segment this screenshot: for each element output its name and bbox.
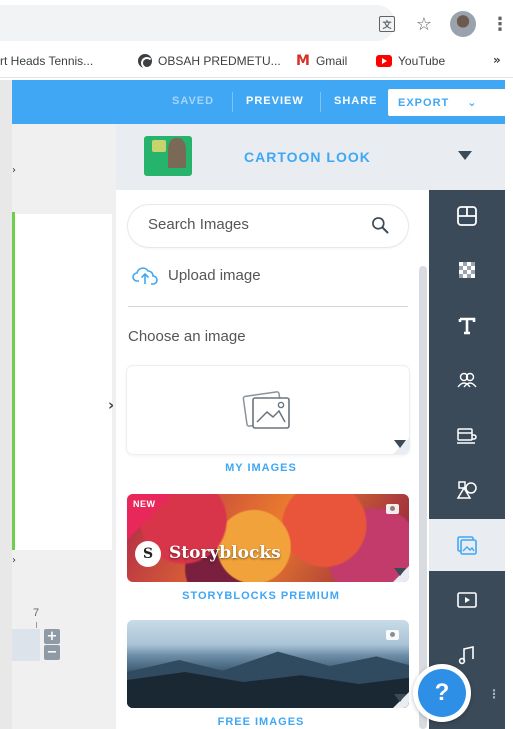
scene-marker: ›: [12, 165, 16, 176]
zoom-in-button[interactable]: +: [44, 629, 60, 644]
cloud-upload-icon: [132, 267, 158, 285]
export-label: EXPORT: [398, 96, 450, 109]
scene-canvas[interactable]: [12, 214, 112, 550]
layout-icon: [457, 206, 477, 226]
divider: [128, 306, 408, 307]
export-button[interactable]: EXPORT ⌄: [388, 89, 506, 116]
props-tool[interactable]: [429, 409, 505, 461]
search-input[interactable]: [148, 216, 358, 233]
panel-body: Upload image Choose an image MY IMAGES N…: [116, 190, 429, 729]
panel-scrollbar[interactable]: [419, 266, 427, 729]
translate-icon[interactable]: 文: [377, 14, 397, 34]
more-options-icon[interactable]: ⋮: [488, 687, 500, 701]
storyblocks-label[interactable]: STORYBLOCKS PREMIUM: [116, 590, 406, 602]
bookmark-gmail[interactable]: M Gmail: [296, 54, 347, 68]
gmail-icon: M: [296, 53, 310, 69]
app-top-bar: SAVED PREVIEW SHARE EXPORT ⌄: [12, 80, 513, 124]
window-edge: [505, 80, 513, 729]
caret-down-icon: [458, 151, 472, 160]
storyblocks-card[interactable]: NEW S Storyblocks: [127, 494, 409, 582]
layout-tool[interactable]: [429, 190, 505, 242]
share-button[interactable]: SHARE: [334, 95, 378, 107]
expand-panel-chevron-icon[interactable]: ›: [108, 396, 114, 414]
props-icon: [457, 428, 477, 444]
bookmark-obsah[interactable]: OBSAH PREDMETU...: [138, 54, 281, 69]
window-edge: [0, 80, 12, 729]
scene-selection-indicator: [12, 212, 15, 550]
images-panel: CARTOON LOOK Upload image Choose an imag…: [116, 124, 513, 729]
new-badge-text: NEW: [133, 499, 156, 509]
chevron-down-icon: ⌄: [467, 96, 478, 109]
help-icon: ?: [418, 669, 466, 717]
camera-icon: [386, 630, 399, 640]
storyblocks-logo-icon: S: [135, 541, 161, 567]
choose-heading: Choose an image: [128, 328, 246, 345]
canvas-area[interactable]: › › 7 + − ›: [12, 124, 116, 729]
profile-avatar[interactable]: [450, 11, 476, 37]
shapes-tool[interactable]: [429, 464, 505, 516]
help-button[interactable]: ?: [413, 664, 471, 722]
bookmark-tennis[interactable]: rt Heads Tennis...: [0, 54, 93, 68]
theme-label: CARTOON LOOK: [244, 149, 371, 165]
timeline-ruler-label: 7: [33, 607, 40, 619]
characters-icon: [457, 372, 477, 388]
background-tool[interactable]: [429, 244, 505, 296]
youtube-icon: [376, 55, 392, 67]
bookmark-star-icon[interactable]: ☆: [414, 14, 434, 35]
bookmark-label: rt Heads Tennis...: [0, 54, 94, 68]
bookmark-label: OBSAH PREDMETU...: [158, 54, 281, 68]
background-pattern-icon: [459, 262, 475, 278]
music-icon: [458, 646, 474, 665]
theme-thumbnail: [144, 136, 192, 176]
upload-label: Upload image: [168, 266, 261, 284]
my-images-label[interactable]: MY IMAGES: [116, 462, 406, 474]
chrome-menu-icon[interactable]: ⋮: [490, 14, 510, 35]
shapes-icon: [456, 481, 477, 499]
text-tool[interactable]: [429, 299, 505, 351]
globe-icon: [138, 54, 153, 69]
free-images-label[interactable]: FREE IMAGES: [116, 716, 406, 728]
browser-toolbar: 文 ☆ ⋮: [0, 0, 513, 46]
more-bookmarks-button[interactable]: »: [493, 53, 501, 67]
bookmark-youtube[interactable]: YouTube: [376, 54, 445, 68]
caret-down-icon[interactable]: [394, 694, 406, 702]
my-images-card[interactable]: [127, 366, 409, 454]
images-icon: [457, 536, 477, 555]
timeline-scene-thumb[interactable]: [12, 629, 40, 661]
camera-icon: [386, 504, 399, 514]
bookmark-label: Gmail: [315, 54, 348, 68]
ruler-tick: [36, 622, 37, 628]
storyblocks-brand: Storyblocks: [169, 543, 281, 563]
image-gallery-icon: [242, 391, 290, 429]
images-tool[interactable]: [429, 519, 505, 571]
search-icon[interactable]: [370, 215, 390, 235]
characters-tool[interactable]: [429, 354, 505, 406]
preview-button[interactable]: PREVIEW: [246, 95, 304, 107]
zoom-out-button[interactable]: −: [44, 645, 60, 660]
text-icon: [458, 317, 476, 335]
caret-down-icon[interactable]: [394, 440, 406, 448]
bookmarks-bar: rt Heads Tennis... OBSAH PREDMETU... M G…: [0, 46, 513, 78]
side-toolbar: [429, 190, 505, 729]
search-box[interactable]: [128, 205, 408, 247]
divider: [232, 92, 233, 112]
theme-selector[interactable]: CARTOON LOOK: [116, 124, 513, 190]
divider: [320, 92, 321, 112]
bookmark-label: YouTube: [398, 54, 446, 68]
free-images-card[interactable]: [127, 620, 409, 708]
scene-marker: ›: [12, 555, 16, 566]
video-icon: [457, 592, 477, 608]
address-bar[interactable]: [0, 5, 395, 41]
video-tool[interactable]: [429, 574, 505, 626]
caret-down-icon[interactable]: [394, 568, 406, 576]
upload-image-button[interactable]: Upload image: [132, 265, 261, 285]
saved-status: SAVED: [172, 95, 215, 107]
